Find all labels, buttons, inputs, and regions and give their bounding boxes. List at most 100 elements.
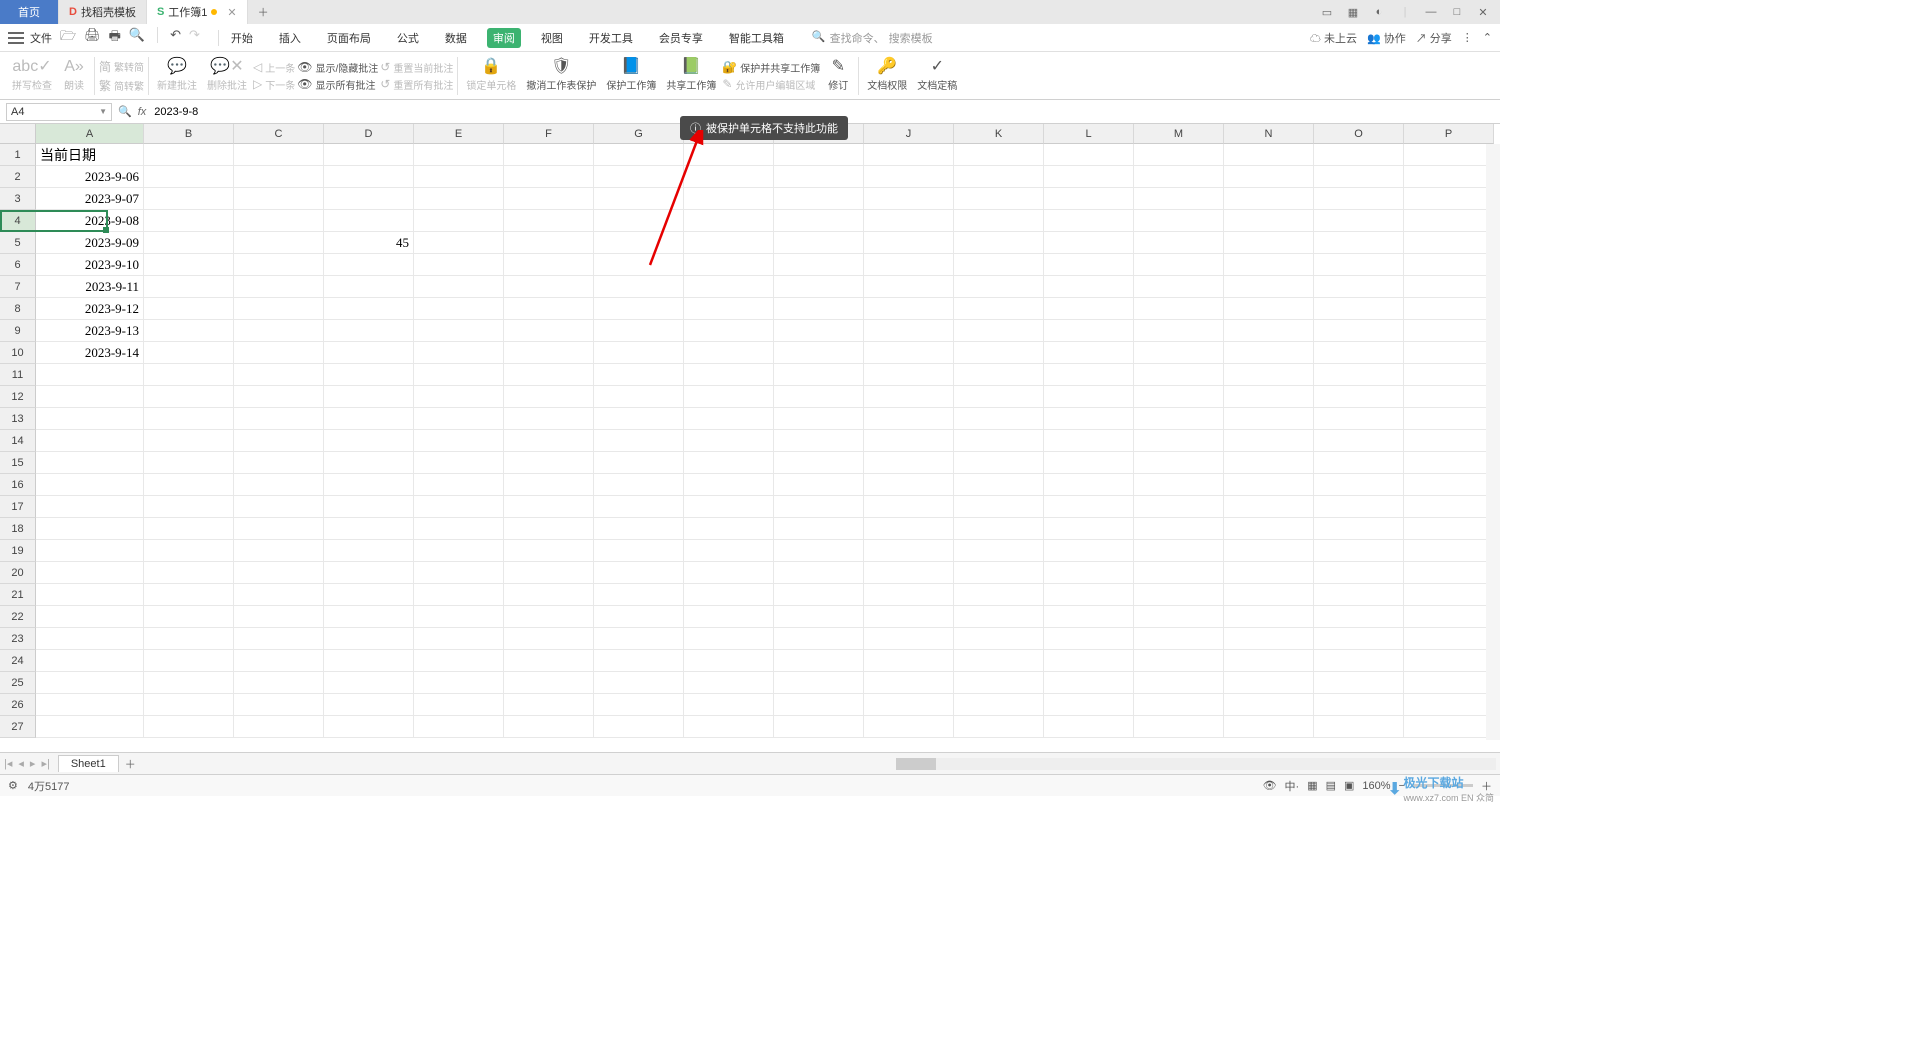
- cell-D5[interactable]: 45: [324, 232, 414, 254]
- cell-M5[interactable]: [1134, 232, 1224, 254]
- cell-G10[interactable]: [594, 342, 684, 364]
- cell-J9[interactable]: [864, 320, 954, 342]
- row-header-22[interactable]: 22: [0, 606, 36, 628]
- cell-L27[interactable]: [1044, 716, 1134, 738]
- cell-B3[interactable]: [144, 188, 234, 210]
- cn-icon[interactable]: 中·: [1285, 778, 1300, 794]
- cell-N7[interactable]: [1224, 276, 1314, 298]
- cell-P13[interactable]: [1404, 408, 1494, 430]
- cell-P5[interactable]: [1404, 232, 1494, 254]
- cell-D3[interactable]: [324, 188, 414, 210]
- cell-H23[interactable]: [684, 628, 774, 650]
- cell-K14[interactable]: [954, 430, 1044, 452]
- cell-K20[interactable]: [954, 562, 1044, 584]
- cell-G25[interactable]: [594, 672, 684, 694]
- cell-E20[interactable]: [414, 562, 504, 584]
- cell-D27[interactable]: [324, 716, 414, 738]
- cell-L5[interactable]: [1044, 232, 1134, 254]
- cell-O4[interactable]: [1314, 210, 1404, 232]
- cells-area[interactable]: 当前日期2023-9-062023-9-072023-9-082023-9-09…: [36, 144, 1494, 738]
- cell-D20[interactable]: [324, 562, 414, 584]
- cell-M23[interactable]: [1134, 628, 1224, 650]
- cell-G5[interactable]: [594, 232, 684, 254]
- cell-E7[interactable]: [414, 276, 504, 298]
- cell-P17[interactable]: [1404, 496, 1494, 518]
- cell-B1[interactable]: [144, 144, 234, 166]
- cell-B7[interactable]: [144, 276, 234, 298]
- cell-L14[interactable]: [1044, 430, 1134, 452]
- cell-L9[interactable]: [1044, 320, 1134, 342]
- cell-I22[interactable]: [774, 606, 864, 628]
- cell-H27[interactable]: [684, 716, 774, 738]
- doc-final-button[interactable]: ✓文档定稿: [913, 54, 961, 97]
- col-header-D[interactable]: D: [324, 124, 414, 144]
- cell-M15[interactable]: [1134, 452, 1224, 474]
- cell-N6[interactable]: [1224, 254, 1314, 276]
- cell-J25[interactable]: [864, 672, 954, 694]
- cell-P20[interactable]: [1404, 562, 1494, 584]
- cell-C20[interactable]: [234, 562, 324, 584]
- cell-N4[interactable]: [1224, 210, 1314, 232]
- cell-K6[interactable]: [954, 254, 1044, 276]
- cell-E8[interactable]: [414, 298, 504, 320]
- cell-B16[interactable]: [144, 474, 234, 496]
- cell-L7[interactable]: [1044, 276, 1134, 298]
- cell-B6[interactable]: [144, 254, 234, 276]
- row-header-4[interactable]: 4: [0, 210, 36, 232]
- cell-C22[interactable]: [234, 606, 324, 628]
- cell-A23[interactable]: [36, 628, 144, 650]
- cell-B13[interactable]: [144, 408, 234, 430]
- row-header-13[interactable]: 13: [0, 408, 36, 430]
- cell-E15[interactable]: [414, 452, 504, 474]
- cell-J23[interactable]: [864, 628, 954, 650]
- cell-O15[interactable]: [1314, 452, 1404, 474]
- cell-C14[interactable]: [234, 430, 324, 452]
- cell-L12[interactable]: [1044, 386, 1134, 408]
- cell-F26[interactable]: [504, 694, 594, 716]
- row-header-20[interactable]: 20: [0, 562, 36, 584]
- cell-D23[interactable]: [324, 628, 414, 650]
- cell-D15[interactable]: [324, 452, 414, 474]
- cell-P6[interactable]: [1404, 254, 1494, 276]
- tab-dev[interactable]: 开发工具: [583, 28, 639, 48]
- cell-B22[interactable]: [144, 606, 234, 628]
- cell-J13[interactable]: [864, 408, 954, 430]
- redo-icon[interactable]: ↷: [189, 27, 200, 49]
- cell-N3[interactable]: [1224, 188, 1314, 210]
- lock-cell-button[interactable]: 🔒锁定单元格: [462, 54, 520, 97]
- cell-O21[interactable]: [1314, 584, 1404, 606]
- cell-O18[interactable]: [1314, 518, 1404, 540]
- row-header-17[interactable]: 17: [0, 496, 36, 518]
- cell-A12[interactable]: [36, 386, 144, 408]
- cell-F11[interactable]: [504, 364, 594, 386]
- row-header-8[interactable]: 8: [0, 298, 36, 320]
- cell-F18[interactable]: [504, 518, 594, 540]
- tab-workbook[interactable]: S工作簿1✕: [147, 0, 248, 24]
- search-commands[interactable]: 🔍 查找命令、 搜索模板: [812, 30, 933, 46]
- cell-B5[interactable]: [144, 232, 234, 254]
- cell-P11[interactable]: [1404, 364, 1494, 386]
- row-header-21[interactable]: 21: [0, 584, 36, 606]
- cell-D12[interactable]: [324, 386, 414, 408]
- cell-B12[interactable]: [144, 386, 234, 408]
- view-break-icon[interactable]: ▣: [1344, 779, 1354, 792]
- cell-L4[interactable]: [1044, 210, 1134, 232]
- cell-A16[interactable]: [36, 474, 144, 496]
- col-header-J[interactable]: J: [864, 124, 954, 144]
- show-all-comments-button[interactable]: 👁显示所有批注: [297, 77, 378, 92]
- cell-I17[interactable]: [774, 496, 864, 518]
- cell-P15[interactable]: [1404, 452, 1494, 474]
- cell-A15[interactable]: [36, 452, 144, 474]
- cell-E14[interactable]: [414, 430, 504, 452]
- cell-K13[interactable]: [954, 408, 1044, 430]
- tab-page[interactable]: 页面布局: [321, 28, 377, 48]
- cell-N12[interactable]: [1224, 386, 1314, 408]
- cell-I25[interactable]: [774, 672, 864, 694]
- row-header-15[interactable]: 15: [0, 452, 36, 474]
- cell-J24[interactable]: [864, 650, 954, 672]
- cell-D13[interactable]: [324, 408, 414, 430]
- collab-button[interactable]: 👥 协作: [1367, 30, 1406, 46]
- cell-L20[interactable]: [1044, 562, 1134, 584]
- cell-M27[interactable]: [1134, 716, 1224, 738]
- cell-J8[interactable]: [864, 298, 954, 320]
